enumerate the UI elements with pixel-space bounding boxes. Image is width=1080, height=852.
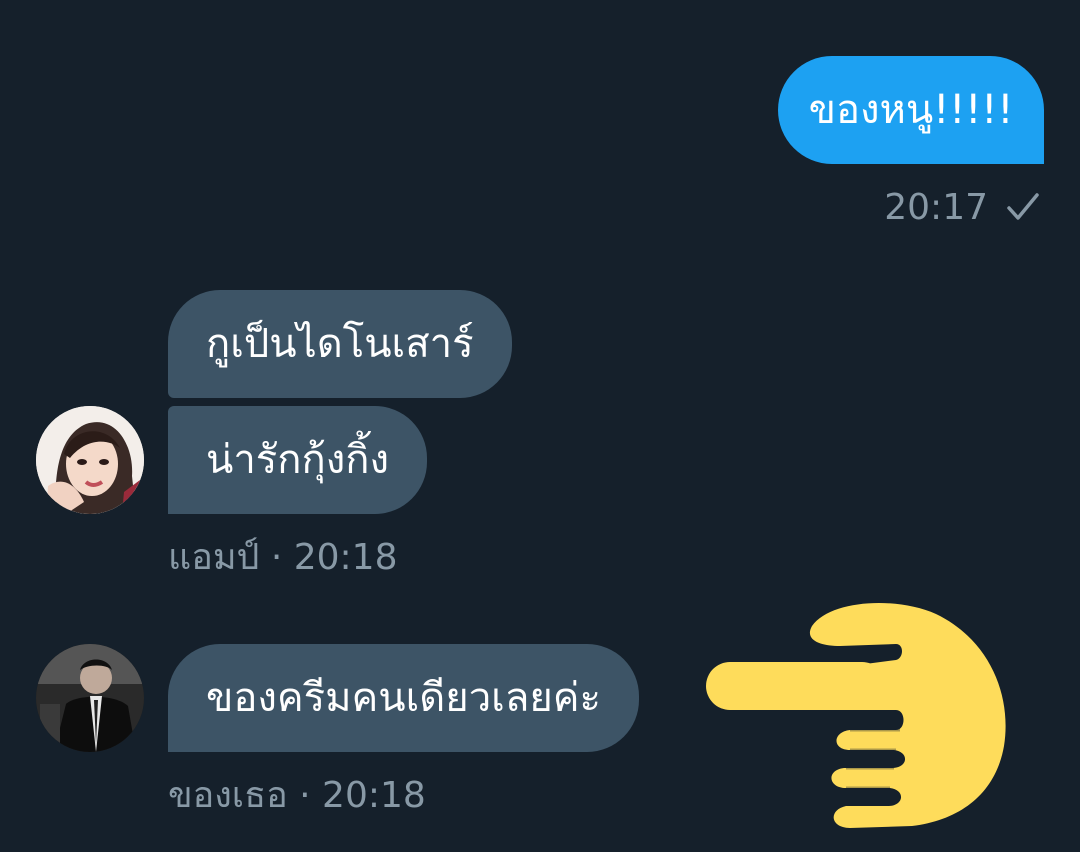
- avatar[interactable]: [36, 406, 144, 514]
- message-sender-time: แอมป์ · 20:18: [168, 537, 398, 578]
- avatar[interactable]: [36, 644, 144, 752]
- incoming-message-text: น่ารักกุ้งกิ้ง: [206, 437, 390, 483]
- outgoing-message-bubble[interactable]: ของหนู!!!!!: [778, 56, 1044, 164]
- incoming-message-text: กูเป็นไดโนเสาร์: [206, 321, 474, 367]
- avatar-portrait-icon: [36, 644, 144, 752]
- check-icon: [1007, 193, 1039, 220]
- avatar-portrait-icon: [36, 406, 144, 514]
- outgoing-message-time: 20:17: [884, 187, 988, 228]
- incoming-message-bubble[interactable]: น่ารักกุ้งกิ้ง: [168, 406, 428, 514]
- incoming-message-text: ของครีมคนเดียวเลยค่ะ: [206, 675, 602, 721]
- incoming-message-bubble[interactable]: ของครีมคนเดียวเลยค่ะ: [168, 644, 640, 752]
- outgoing-message-text: ของหนู!!!!!: [808, 87, 1014, 133]
- message-sender-time: ของเธอ · 20:18: [168, 775, 426, 816]
- pointing-hand-icon: [706, 602, 1006, 828]
- incoming-message-bubble[interactable]: กูเป็นไดโนเสาร์: [168, 290, 512, 398]
